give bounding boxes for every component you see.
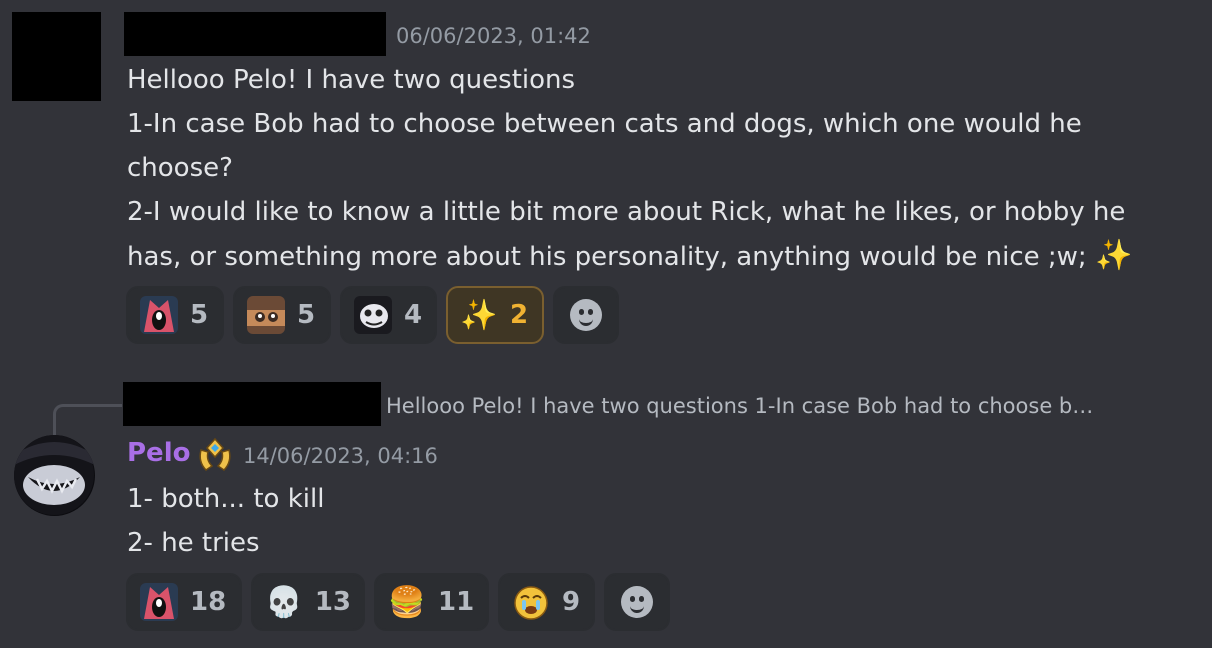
reaction-count: 4	[404, 300, 423, 330]
reaction-count: 13	[314, 587, 351, 617]
screaming-character-emoji-icon	[140, 296, 178, 334]
reaction-count: 5	[190, 300, 209, 330]
sparkles-icon: ✨	[1094, 238, 1133, 273]
reaction-button[interactable]: 🍔 11	[374, 573, 489, 631]
message-content: 1- both... to kill 2- he tries	[127, 477, 324, 565]
message-timestamp: 14/06/2023, 04:16	[243, 444, 438, 468]
crying-face-emoji-icon	[512, 583, 550, 621]
skull-emoji-icon: 💀	[265, 584, 303, 620]
reaction-button[interactable]: 5	[126, 286, 224, 344]
reaction-count: 5	[297, 300, 316, 330]
pelo-avatar-icon	[14, 435, 95, 515]
message-line: 2- he tries	[127, 528, 260, 558]
reactions-bar: 18 💀 13 🍔 11 9	[126, 573, 670, 631]
add-reaction-smiley-icon	[570, 299, 602, 331]
message-line: 2-I would like to know a little bit more…	[127, 197, 1126, 227]
reaction-button[interactable]: 18	[126, 573, 242, 631]
hamburger-emoji-icon: 🍔	[388, 584, 426, 620]
reactions-bar: 5 5 4 ✨ 2	[126, 286, 619, 344]
dog-character-emoji-icon	[247, 296, 285, 334]
message-line-text: has, or something more about his persona…	[127, 242, 1087, 272]
screaming-character-emoji-icon	[140, 583, 178, 621]
reply-preview[interactable]: Hellooo Pelo! I have two questions 1-In …	[386, 394, 1186, 418]
reaction-button[interactable]: 💀 13	[251, 573, 365, 631]
add-reaction-button[interactable]	[604, 573, 670, 631]
sparkles-emoji-icon: ✨	[460, 297, 498, 333]
avatar[interactable]	[14, 435, 95, 516]
message-timestamp: 06/06/2023, 01:42	[396, 24, 591, 48]
reaction-button[interactable]: 4	[340, 286, 437, 344]
reaction-button[interactable]: 9	[498, 573, 595, 631]
reaction-count: 2	[510, 300, 529, 330]
reaction-button-selected[interactable]: ✨ 2	[446, 286, 544, 344]
reply-username-redacted[interactable]	[123, 382, 381, 426]
reaction-count: 9	[562, 587, 581, 617]
crown-badge-icon[interactable]	[196, 436, 234, 474]
message-content: Hellooo Pelo! I have two questions 1-In …	[127, 58, 1187, 279]
message-line: 1- both... to kill	[127, 484, 325, 514]
avatar-redacted[interactable]	[12, 12, 101, 101]
message-line: Hellooo Pelo! I have two questions	[127, 65, 576, 95]
reaction-count: 18	[190, 587, 227, 617]
reaction-count: 11	[438, 587, 475, 617]
message-line: has, or something more about his persona…	[127, 234, 1187, 279]
reply-connector-line	[53, 404, 122, 435]
message-line: 1-In case Bob had to choose between cats…	[127, 109, 1082, 139]
skull-mask-character-emoji-icon	[354, 296, 392, 334]
message-author[interactable]: Pelo	[127, 438, 190, 468]
add-reaction-button[interactable]	[553, 286, 619, 344]
add-reaction-smiley-icon	[621, 586, 653, 618]
username-redacted[interactable]	[124, 12, 386, 56]
reaction-button[interactable]: 5	[233, 286, 331, 344]
message-line: choose?	[127, 153, 233, 183]
